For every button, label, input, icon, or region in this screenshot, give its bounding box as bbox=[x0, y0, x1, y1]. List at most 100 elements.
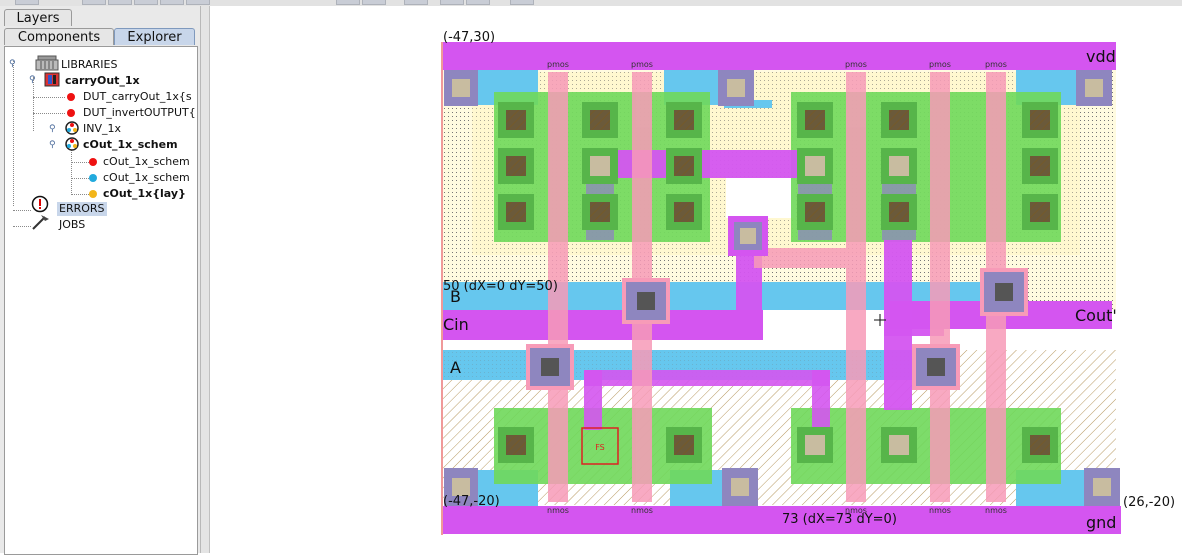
diffusion-contact-hatch bbox=[805, 110, 825, 130]
panel-splitter[interactable] bbox=[201, 6, 210, 553]
metal2-route bbox=[584, 370, 830, 386]
tab-explorer[interactable]: Explorer bbox=[114, 28, 195, 45]
measure-vertical: 50 (dX=0 dY=50) bbox=[443, 279, 558, 294]
layout-canvas[interactable]: FS pmos pmos pmos pmos pmos nmos nmos nm… bbox=[210, 6, 1182, 553]
poly-gate bbox=[930, 72, 950, 502]
tree-line bbox=[33, 97, 65, 98]
jobs-icon bbox=[32, 215, 49, 230]
poly-contact-cut bbox=[995, 283, 1013, 301]
schematic-dot-icon bbox=[89, 158, 97, 166]
diffusion-contact-hatch bbox=[590, 202, 610, 222]
tree-item-cout-schem[interactable]: cOut_1x_schem bbox=[103, 155, 190, 169]
tree-line bbox=[33, 77, 34, 131]
expand-handle-icon[interactable]: ⚲ bbox=[49, 124, 56, 134]
tree-line bbox=[71, 178, 89, 179]
tree-line bbox=[13, 226, 31, 227]
contact-cut bbox=[1085, 79, 1103, 97]
tree-item-dut-carryout[interactable]: DUT_carryOut_1x{s bbox=[83, 90, 192, 104]
tab-components[interactable]: Components bbox=[4, 28, 114, 45]
tree-line bbox=[71, 162, 89, 163]
diffusion-contact-hatch bbox=[1030, 110, 1050, 130]
toolbar-button[interactable] bbox=[466, 0, 490, 5]
via-cut bbox=[740, 228, 756, 244]
cell-group-icon bbox=[65, 121, 79, 135]
tree-item-libraries[interactable]: LIBRARIES bbox=[61, 58, 117, 72]
explorer-tree[interactable]: ⚲ LIBRARIES ⚲ carryOut_1x DUT_carryOut_1… bbox=[4, 46, 198, 555]
tree-line bbox=[33, 113, 65, 114]
tree-item-dut-invert[interactable]: DUT_invertOUTPUT{ bbox=[83, 106, 196, 120]
tree-item-cout-schem[interactable]: cOut_1x_schem bbox=[103, 171, 190, 185]
nmos-label: nmos bbox=[547, 506, 569, 515]
toolbar-button[interactable] bbox=[404, 0, 428, 5]
expand-handle-icon[interactable]: ⚲ bbox=[49, 140, 56, 150]
pmos-label: pmos bbox=[547, 60, 569, 69]
poly-contact-cut bbox=[637, 292, 655, 310]
diffusion-contact-hatch bbox=[674, 202, 694, 222]
expand-handle-icon[interactable]: ⚲ bbox=[29, 75, 36, 85]
net-label-gnd: gnd bbox=[1086, 513, 1116, 532]
diffusion-contact-hatch bbox=[590, 110, 610, 130]
net-label-cin: Cin bbox=[443, 315, 469, 334]
icon-view-dot-icon bbox=[89, 174, 97, 182]
layout-dot-icon bbox=[89, 190, 97, 198]
layout-drawing[interactable]: FS pmos pmos pmos pmos pmos nmos nmos nm… bbox=[210, 6, 1182, 553]
tree-item-errors[interactable]: ERRORS bbox=[57, 202, 107, 216]
tab-layers[interactable]: Layers bbox=[4, 9, 72, 26]
diffusion-contact-hatch bbox=[889, 110, 909, 130]
contact-cut bbox=[727, 79, 745, 97]
toolbar-button[interactable] bbox=[336, 0, 360, 5]
pmos-label: pmos bbox=[929, 60, 951, 69]
net-label-vdd: vdd bbox=[1086, 47, 1116, 66]
toolbar-button[interactable] bbox=[108, 0, 132, 5]
nmos-label: nmos bbox=[985, 506, 1007, 515]
measure-horizontal: 73 (dX=73 dY=0) bbox=[782, 512, 897, 527]
tree-line bbox=[13, 61, 14, 206]
diffusion-contact-hatch bbox=[506, 435, 526, 455]
expand-handle-icon[interactable]: ⚲ bbox=[9, 59, 16, 69]
toolbar-button[interactable] bbox=[82, 0, 106, 5]
diffusion-contact-hatch bbox=[1030, 202, 1050, 222]
fs-label: FS bbox=[595, 443, 605, 452]
toolbar-button[interactable] bbox=[362, 0, 386, 5]
tree-item-carryout-lib[interactable]: carryOut_1x bbox=[65, 74, 140, 88]
diffusion-contact-hatch bbox=[889, 202, 909, 222]
net-label-cout: Cout' bbox=[1075, 306, 1117, 325]
coord-top-left: (-47,30) bbox=[443, 30, 495, 45]
toolbar-button[interactable] bbox=[15, 0, 39, 5]
schematic-dot-icon bbox=[67, 109, 75, 117]
diffusion-contact-hatch bbox=[506, 156, 526, 176]
poly-route bbox=[754, 248, 866, 268]
pmos-label: pmos bbox=[845, 60, 867, 69]
metal2-route bbox=[584, 370, 602, 430]
toolbar-button[interactable] bbox=[134, 0, 158, 5]
toolbar-button[interactable] bbox=[186, 0, 210, 5]
explorer-panel: Layers Components Explorer ⚲ LIBRARIES ⚲ bbox=[0, 6, 201, 555]
metal2-route bbox=[812, 370, 830, 432]
diffusion-contact-hatch bbox=[506, 110, 526, 130]
diffusion-contact-hatch bbox=[674, 110, 694, 130]
tree-item-jobs[interactable]: JOBS bbox=[59, 218, 85, 232]
tree-line bbox=[13, 210, 31, 211]
metal2-cin-bus bbox=[443, 310, 763, 340]
toolbar-button[interactable] bbox=[160, 0, 184, 5]
poly-contact-cut bbox=[541, 358, 559, 376]
tree-line bbox=[71, 149, 72, 195]
metal2-vdd-rail bbox=[443, 42, 1116, 70]
diffusion-contact-hatch bbox=[674, 156, 694, 176]
schematic-dot-icon bbox=[67, 93, 75, 101]
net-label-a: A bbox=[450, 358, 461, 377]
poly-contact-cut bbox=[927, 358, 945, 376]
tree-item-cout-group[interactable]: cOut_1x_schem bbox=[83, 138, 178, 152]
diffusion-contact-hatch bbox=[1030, 156, 1050, 176]
tree-item-inv[interactable]: INV_1x bbox=[83, 122, 121, 136]
toolbar-button[interactable] bbox=[440, 0, 464, 5]
diffusion-contact-hatch bbox=[506, 202, 526, 222]
contact-cut bbox=[731, 478, 749, 496]
diffusion-contact-hatch bbox=[674, 435, 694, 455]
diffusion-contact-hatch bbox=[1030, 435, 1050, 455]
tree-item-cout-lay[interactable]: cOut_1x{lay} bbox=[103, 187, 186, 201]
diffusion-contact-hatch bbox=[805, 202, 825, 222]
toolbar-button[interactable] bbox=[510, 0, 534, 5]
error-icon bbox=[31, 195, 49, 213]
nmos-label: nmos bbox=[929, 506, 951, 515]
